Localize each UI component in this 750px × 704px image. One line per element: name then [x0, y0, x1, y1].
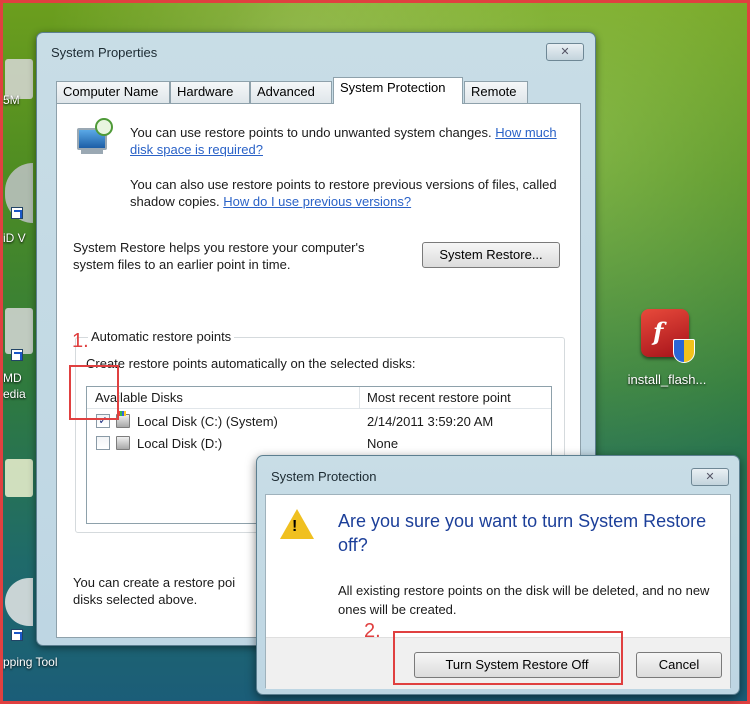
flash-f-glyph: f — [653, 317, 664, 346]
dialog-message: All existing restore points on the disk … — [338, 583, 710, 617]
warning-exclamation: ! — [292, 518, 298, 535]
tab-computer-name[interactable]: Computer Name — [56, 81, 170, 103]
annotation-step-1-highlight — [69, 365, 119, 420]
dialog-heading: Are you sure you want to turn System Res… — [338, 511, 707, 555]
tab-system-protection[interactable]: System Protection — [333, 77, 463, 104]
intro-paragraph-2: You can also use restore points to resto… — [130, 176, 570, 210]
annotation-step-2-label: 2. — [364, 620, 381, 642]
disk-d-restore-point: None — [367, 436, 399, 451]
group-description: Create restore points automatically on t… — [86, 356, 416, 371]
tab-remote[interactable]: Remote — [464, 81, 528, 103]
disk-d-name: Local Disk (D:) — [137, 436, 223, 451]
desktop-label-fragment: MD — [3, 371, 22, 385]
group-title: Automatic restore points — [88, 329, 235, 344]
intro-paragraph-1: You can use restore points to undo unwan… — [130, 124, 570, 158]
tab-advanced[interactable]: Advanced — [250, 81, 332, 103]
disk-row-c[interactable]: ✓ Local Disk (C:) (System) 2/14/2011 3:5… — [87, 411, 551, 433]
intro-text-1: You can use restore points to undo unwan… — [130, 125, 492, 140]
system-restore-icon — [75, 118, 115, 154]
drive-icon — [116, 436, 130, 450]
disk-row-d[interactable]: Local Disk (D:) None — [87, 433, 551, 455]
column-divider[interactable] — [359, 387, 360, 409]
window-close-button[interactable]: ✕ — [546, 43, 584, 61]
shortcut-arrow-icon — [11, 629, 23, 641]
desktop-icon-fragment[interactable] — [5, 308, 33, 354]
system-restore-button[interactable]: System Restore... — [422, 242, 560, 268]
annotation-step-2-highlight — [393, 631, 623, 685]
desktop-icon-fragment[interactable] — [5, 459, 33, 497]
cancel-button[interactable]: Cancel — [636, 652, 722, 678]
system-restore-description: System Restore helps you restore your co… — [73, 240, 365, 272]
desktop-label-fragment: pping Tool — [3, 655, 58, 669]
tab-hardware[interactable]: Hardware — [170, 81, 250, 103]
desktop-label-fragment: iD V — [3, 231, 26, 245]
uac-shield-icon — [673, 339, 695, 363]
list-header: Available Disks Most recent restore poin… — [87, 387, 551, 409]
annotation-step-1-label: 1. — [72, 330, 89, 352]
shortcut-arrow-icon — [11, 349, 23, 361]
dialog-title: System Protection — [271, 469, 377, 484]
shortcut-arrow-icon — [11, 207, 23, 219]
column-header-restore-point[interactable]: Most recent restore point — [367, 390, 511, 405]
desktop-label-fragment: 5M — [3, 93, 20, 107]
disk-c-name: Local Disk (C:) (System) — [137, 414, 278, 429]
previous-versions-link[interactable]: How do I use previous versions? — [223, 194, 411, 209]
flash-installer-label: install_flash... — [627, 372, 707, 387]
create-restore-point-text: You can create a restore poi disks selec… — [73, 575, 236, 607]
dialog-close-button[interactable]: ✕ — [691, 468, 729, 486]
window-title: System Properties — [51, 45, 158, 60]
flash-installer-icon[interactable]: f — [635, 305, 699, 369]
disk-d-checkbox[interactable] — [96, 436, 110, 450]
desktop-label-fragment: edia — [3, 387, 26, 401]
disk-c-restore-point: 2/14/2011 3:59:20 AM — [367, 414, 494, 429]
